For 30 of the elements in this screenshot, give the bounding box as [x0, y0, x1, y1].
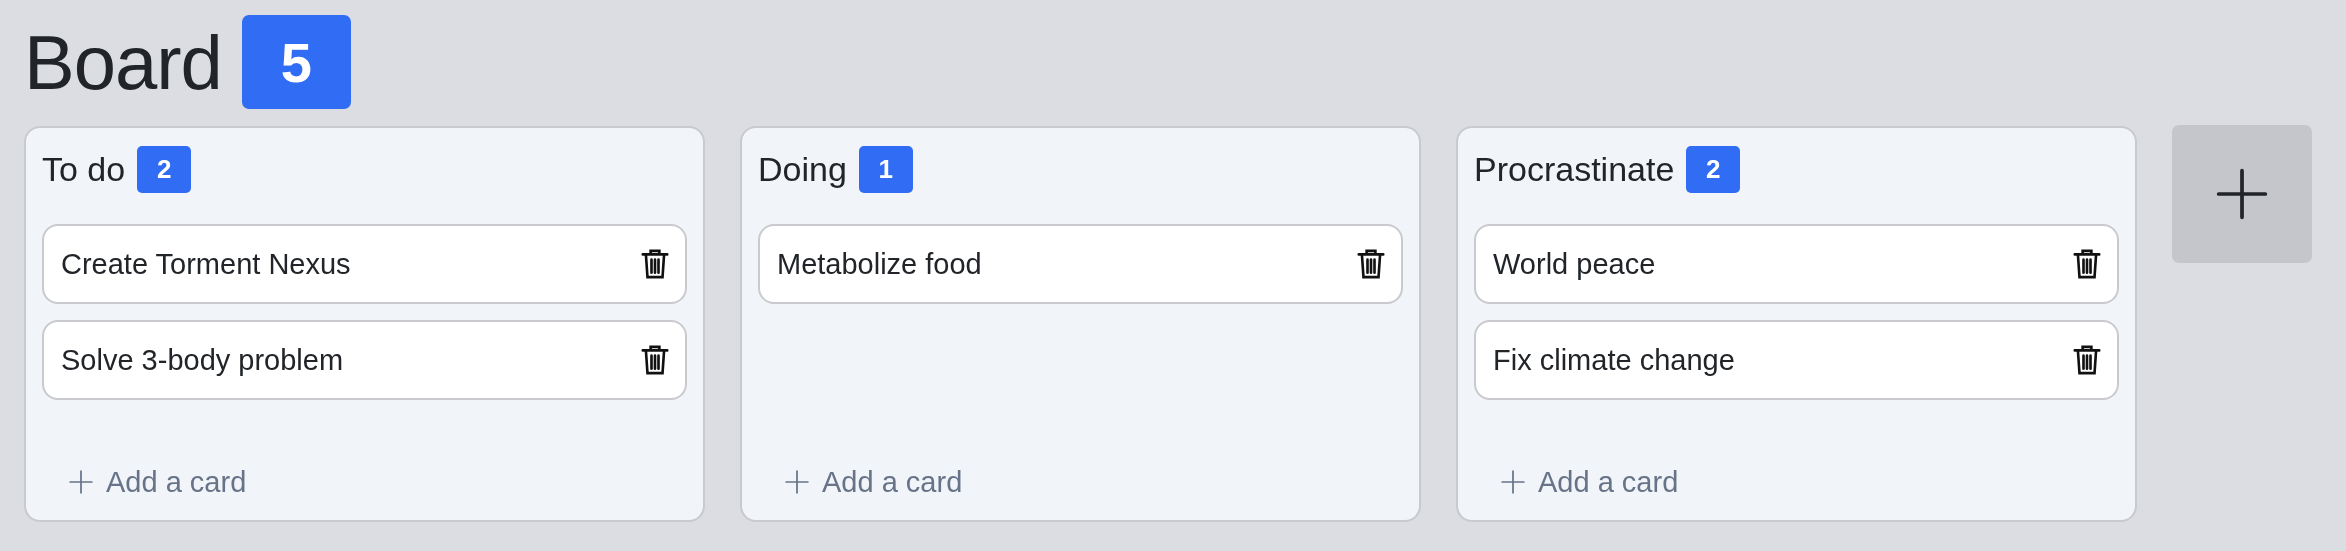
task-card[interactable]: Create Torment Nexus [42, 224, 687, 304]
card-text: World peace [1493, 247, 1656, 281]
add-card-button[interactable]: Add a card [1500, 462, 1679, 502]
add-card-button[interactable]: Add a card [68, 462, 247, 502]
task-card[interactable]: Fix climate change [1474, 320, 2119, 400]
plus-icon [2214, 166, 2270, 222]
task-card[interactable]: World peace [1474, 224, 2119, 304]
trash-icon[interactable] [641, 344, 669, 376]
card-text: Solve 3-body problem [61, 343, 344, 377]
task-card[interactable]: Metabolize food [758, 224, 1403, 304]
trash-icon[interactable] [2073, 344, 2101, 376]
trash-icon[interactable] [1357, 248, 1385, 280]
add-card-button[interactable]: Add a card [784, 462, 963, 502]
count-badge: 5 [241, 15, 351, 109]
count-badge: 2 [1686, 145, 1741, 193]
plus-icon [784, 469, 810, 495]
count-badge: 1 [858, 145, 913, 193]
card-text: Fix climate change [1493, 343, 1735, 377]
plus-icon [1500, 469, 1526, 495]
trash-icon[interactable] [2073, 248, 2101, 280]
column-title: Procrastinate [1474, 149, 1675, 189]
card-text: Create Torment Nexus [61, 247, 351, 281]
card-text: Metabolize food [777, 247, 982, 281]
count-badge: 2 [137, 145, 192, 193]
trash-icon[interactable] [641, 248, 669, 280]
board-title: Board [24, 18, 222, 106]
task-card[interactable]: Solve 3-body problem [42, 320, 687, 400]
plus-icon [68, 469, 94, 495]
column-title: Doing [758, 149, 847, 189]
column-title: To do [42, 149, 126, 189]
